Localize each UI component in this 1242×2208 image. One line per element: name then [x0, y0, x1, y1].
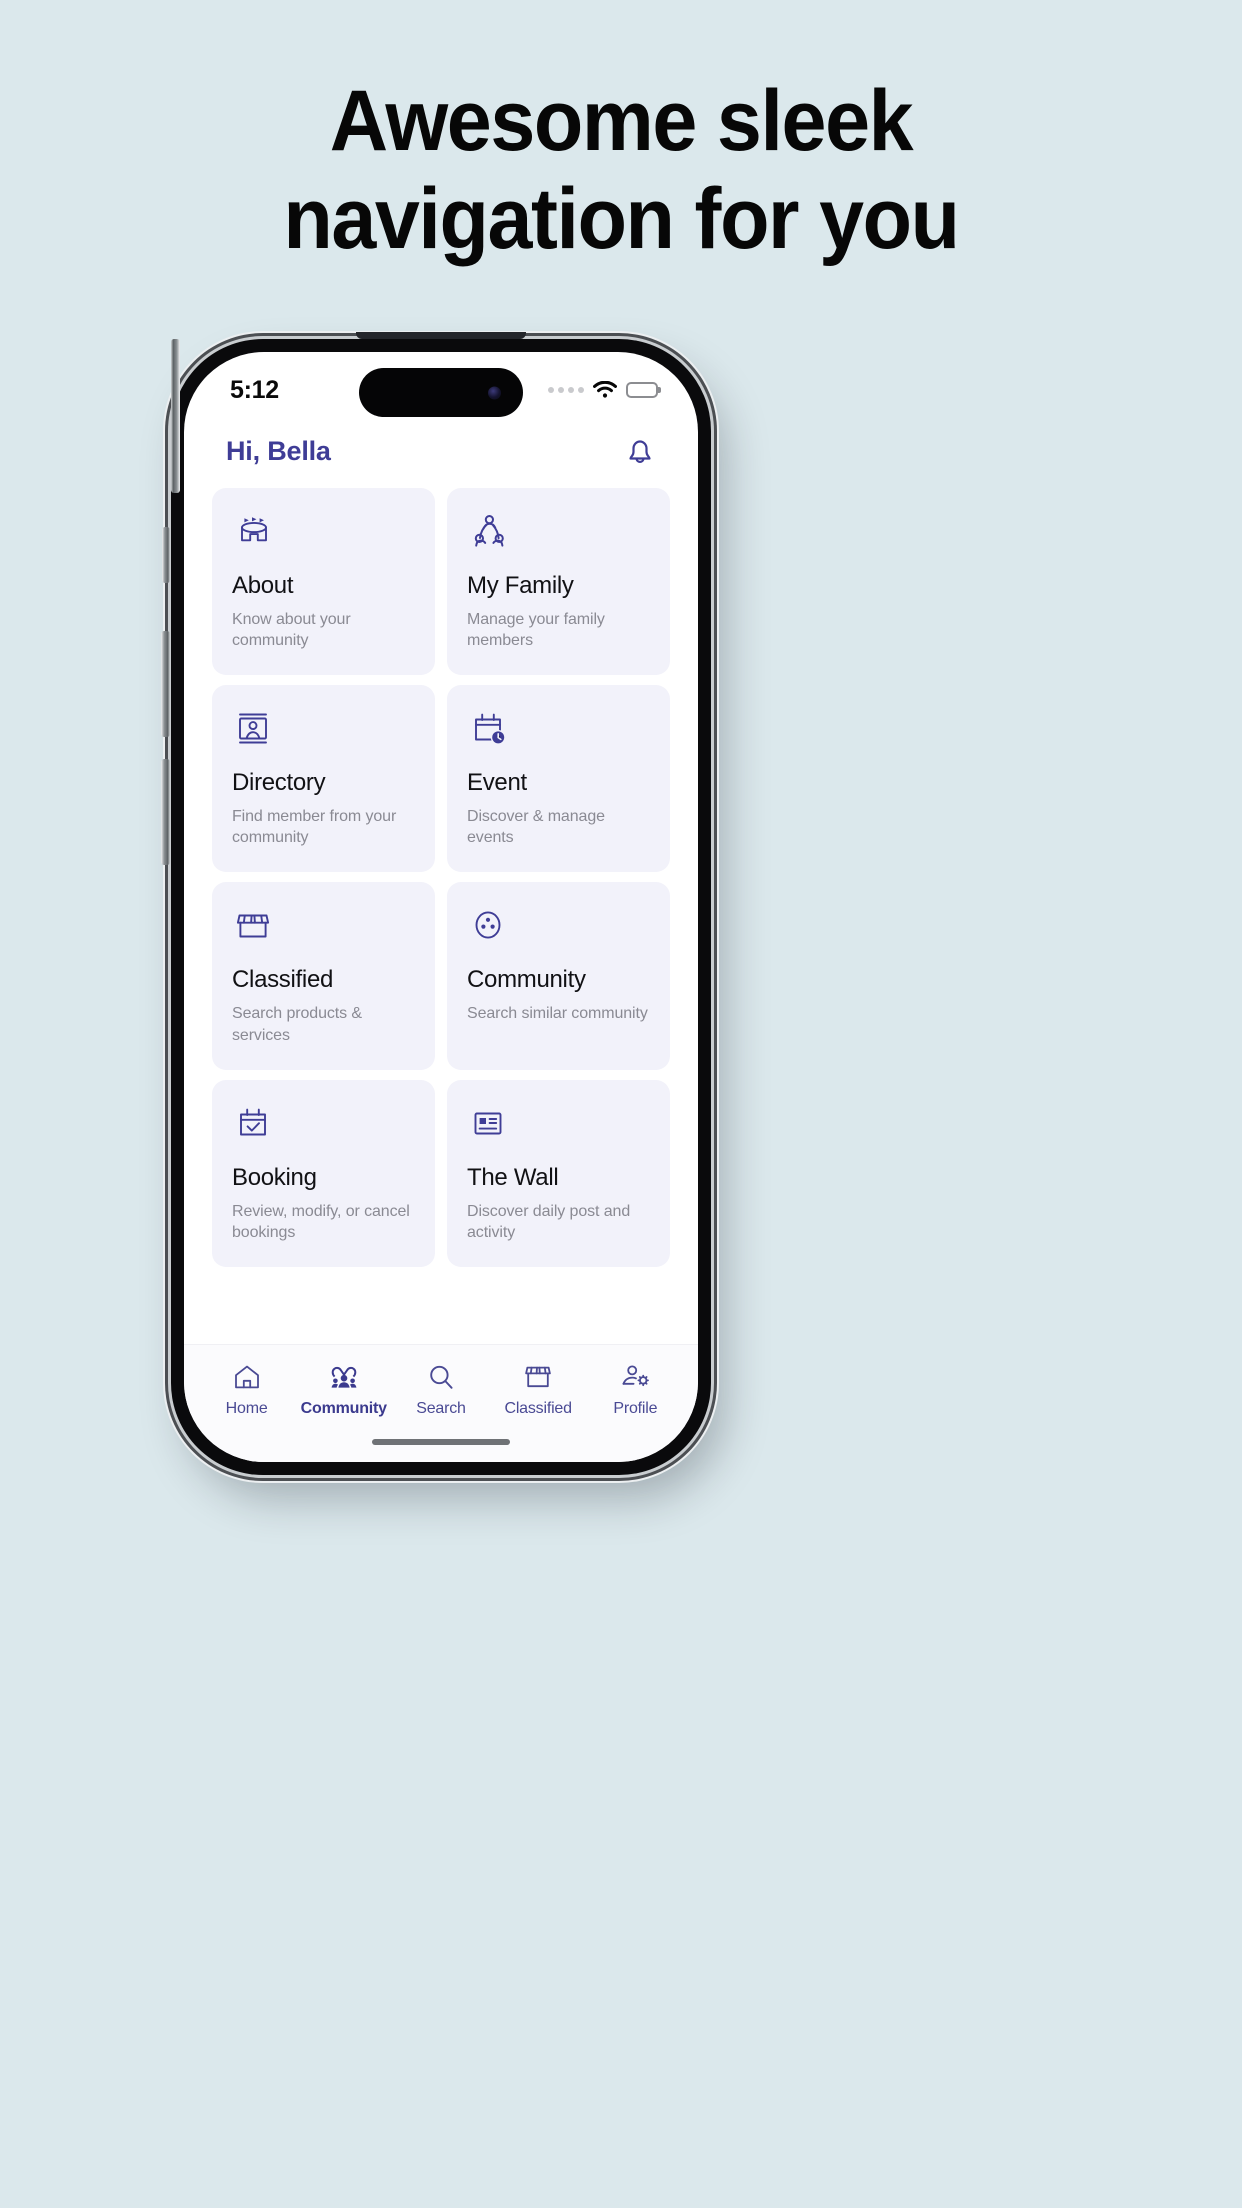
card-title: Community	[467, 966, 586, 994]
card-title: Booking	[232, 1163, 317, 1191]
phone-mockup: 5:12 Hi, Bella About Know about your com…	[161, 332, 711, 1475]
silence-switch[interactable]	[162, 527, 170, 583]
tab-home[interactable]: Home	[201, 1361, 293, 1418]
cellular-signal-dots-icon	[548, 387, 584, 393]
card-description: Review, modify, or cancel bookings	[232, 1202, 410, 1241]
card-title: Classified	[232, 966, 334, 994]
card-title: The Wall	[467, 1163, 559, 1191]
feature-card-grid: About Know about your community My Famil…	[184, 480, 698, 1267]
contact-card-icon	[232, 707, 415, 753]
card-title: Event	[467, 769, 527, 797]
family-group-icon	[467, 510, 650, 556]
bell-icon[interactable]	[624, 434, 656, 468]
tab-label: Community	[300, 1400, 387, 1417]
status-bar: 5:12	[184, 352, 698, 417]
battery-full-icon	[626, 382, 658, 398]
app-header: Hi, Bella	[184, 414, 698, 480]
headline-line-2: navigation for you	[283, 171, 960, 268]
home-indicator[interactable]	[372, 1439, 510, 1445]
status-indicators	[548, 381, 658, 399]
front-camera-icon	[488, 386, 501, 399]
feature-card-about[interactable]: About Know about your community	[212, 488, 435, 676]
phone-screen: 5:12 Hi, Bella About Know about your com…	[184, 352, 698, 1462]
feature-card-booking[interactable]: Booking Review, modify, or cancel bookin…	[212, 1079, 435, 1267]
storefront-icon	[522, 1361, 554, 1393]
card-description: Search similar community	[467, 1005, 648, 1023]
card-description: Search products & services	[232, 1005, 362, 1044]
bottom-tab-bar: Home Community Search Classified Profile	[184, 1344, 698, 1462]
promo-stage: Awesome sleek navigation for you 5:12 Hi…	[0, 0, 1242, 2208]
card-title: About	[232, 572, 294, 599]
card-title: Directory	[232, 769, 326, 797]
wifi-icon	[593, 381, 617, 398]
community-dome-icon	[232, 510, 415, 556]
tab-classified[interactable]: Classified	[492, 1361, 584, 1418]
feature-card-my-family[interactable]: My Family Manage your family members	[447, 488, 670, 676]
volume-down-button[interactable]	[161, 759, 170, 865]
tab-profile[interactable]: Profile	[589, 1361, 681, 1418]
profile-gear-icon	[619, 1361, 651, 1393]
tab-community[interactable]: Community	[298, 1361, 390, 1418]
card-description: Find member from your community	[232, 808, 397, 847]
greeting-text: Hi, Bella	[226, 435, 331, 466]
id-card-icon	[467, 1102, 650, 1148]
feature-card-the-wall[interactable]: The Wall Discover daily post and activit…	[447, 1079, 670, 1267]
card-title: My Family	[467, 572, 574, 599]
card-description: Discover daily post and activity	[467, 1202, 631, 1241]
home-icon	[232, 1361, 262, 1393]
headline-line-1: Awesome sleek	[329, 73, 914, 169]
page-title: Awesome sleek navigation for you	[37, 72, 1204, 268]
storefront-icon	[232, 904, 415, 950]
tab-search[interactable]: Search	[395, 1361, 487, 1418]
tab-label: Search	[416, 1400, 466, 1417]
card-description: Discover & manage events	[467, 808, 605, 847]
dynamic-island	[359, 368, 523, 417]
calendar-check-icon	[232, 1102, 415, 1148]
card-description: Know about your community	[232, 611, 351, 650]
search-icon	[426, 1361, 456, 1393]
calendar-clock-icon	[467, 707, 650, 753]
tab-label: Home	[225, 1400, 268, 1417]
tab-label: Classified	[504, 1400, 572, 1417]
volume-up-button[interactable]	[161, 631, 170, 737]
earpiece-speaker	[356, 332, 526, 339]
status-time: 5:12	[230, 375, 279, 404]
community-people-heart-icon	[328, 1361, 360, 1393]
card-description: Manage your family members	[467, 611, 605, 650]
circle-dots-icon	[467, 904, 650, 950]
feature-card-event[interactable]: Event Discover & manage events	[447, 685, 670, 873]
feature-card-classified[interactable]: Classified Search products & services	[212, 882, 435, 1070]
feature-card-community[interactable]: Community Search similar community	[447, 882, 670, 1070]
tab-label: Profile	[613, 1400, 658, 1417]
feature-card-directory[interactable]: Directory Find member from your communit…	[212, 685, 435, 873]
power-button[interactable]	[171, 339, 180, 493]
